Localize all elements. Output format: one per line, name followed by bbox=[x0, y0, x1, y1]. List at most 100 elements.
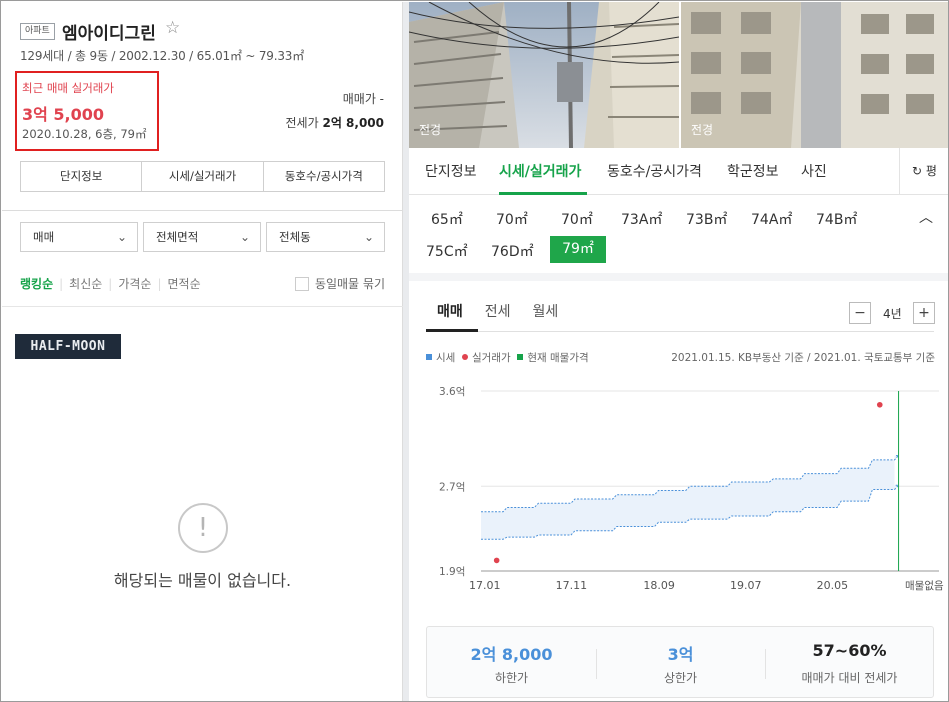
recent-trade-label: 최근 매매 실거래가 bbox=[22, 81, 114, 95]
size-option[interactable]: 73A㎡ bbox=[621, 209, 662, 229]
size-option[interactable]: 76D㎡ bbox=[491, 241, 534, 261]
chart-tab-jeonse[interactable]: 전세 bbox=[485, 301, 511, 321]
data-basis-note: 2021.01.15. KB부동산 기준 / 2021.01. 국토교통부 기준 bbox=[671, 352, 935, 364]
chevron-down-icon: ⌄ bbox=[116, 230, 127, 244]
detail-panel: 전경 전경 단지정보 시세/실거래가 동호수/공시가격 학군정보 사진 ↻ 평 … bbox=[409, 2, 948, 701]
chevron-up-icon[interactable]: ︿ bbox=[919, 207, 933, 227]
size-option[interactable]: 75C㎡ bbox=[426, 241, 468, 261]
x-tick-label: 20.05 bbox=[817, 579, 849, 592]
stat-lower-label: 하한가 bbox=[494, 671, 529, 685]
stat-lower-value: 2억 8,000 bbox=[470, 645, 553, 664]
unit-toggle-button[interactable]: ↻ 평 bbox=[899, 148, 948, 195]
stat-upper-value: 3억 bbox=[667, 645, 694, 664]
favorite-star-icon[interactable]: ☆ bbox=[165, 18, 180, 38]
period-increase-button[interactable]: + bbox=[913, 302, 935, 324]
sale-price: 매매가 - bbox=[342, 92, 384, 106]
left-tab-bar: 단지정보 시세/실거래가 동호수/공시가격 bbox=[20, 161, 385, 192]
tab-school-info[interactable]: 학군정보 bbox=[727, 161, 779, 181]
exclamation-circle-icon: ! bbox=[178, 503, 228, 553]
period-decrease-button[interactable]: − bbox=[849, 302, 871, 324]
period-value: 4년 bbox=[883, 307, 902, 321]
app-frame: 아파트 엠아이디그린 ☆ 129세대 / 총 9동 / 2002.12.30 /… bbox=[0, 0, 949, 702]
recent-trade-date: 2020.10.28, 6층, 79㎡ bbox=[22, 127, 147, 141]
size-option[interactable]: 73B㎡ bbox=[686, 209, 727, 229]
period-control: − 4년 + bbox=[849, 302, 935, 324]
photo-caption: 전경 bbox=[419, 123, 442, 137]
divider bbox=[2, 210, 403, 211]
legend-actual: 실거래가 bbox=[472, 352, 511, 364]
chart-tab-monthly[interactable]: 월세 bbox=[533, 301, 559, 321]
sort-latest[interactable]: 최신순 bbox=[69, 275, 102, 292]
group-checkbox[interactable] bbox=[294, 277, 309, 291]
empty-listings-message: 해당되는 매물이 없습니다. bbox=[113, 571, 292, 590]
area-value: 전체면적 bbox=[156, 230, 199, 244]
left-tab-unit-price[interactable]: 동호수/공시가격 bbox=[264, 162, 384, 191]
group-same-listings[interactable]: 동일매물 묶기 bbox=[294, 275, 385, 292]
left-tab-complex-info[interactable]: 단지정보 bbox=[21, 162, 143, 191]
chart-tab-divider bbox=[426, 331, 934, 332]
trade-type-value: 매매 bbox=[33, 230, 55, 244]
sort-area[interactable]: 면적순 bbox=[168, 275, 201, 292]
area-select[interactable]: 전체면적 ⌄ bbox=[143, 222, 261, 252]
chart-legend: 시세 실거래가 현재 매물가격 bbox=[426, 350, 589, 365]
apartment-name: 엠아이디그린 bbox=[62, 24, 156, 44]
stat-ratio-label: 매매가 대비 전세가 bbox=[801, 671, 898, 685]
stat-upper: 3억 상한가 bbox=[596, 627, 765, 699]
dong-value: 전체동 bbox=[279, 230, 311, 244]
refresh-icon: ↻ bbox=[912, 164, 923, 178]
stat-ratio-value: 57~60% bbox=[812, 641, 887, 660]
chevron-down-icon: ⌄ bbox=[239, 230, 250, 244]
price-chart: 1.9억 2.7억 3.6억 17.01 17.11 18.09 19.07 20.05 매물없… bbox=[439, 386, 944, 592]
tab-photos[interactable]: 사진 bbox=[801, 161, 827, 181]
price-stats: 2억 8,000 하한가 3억 상한가 57~60% 매매가 대비 전세가 bbox=[426, 626, 934, 698]
complex-photo-1[interactable]: 전경 bbox=[409, 2, 679, 148]
y-tick-label: 3.6억 bbox=[439, 386, 465, 398]
jeonse-value: 2억 8,000 bbox=[322, 116, 384, 130]
x-tick-label: 17.11 bbox=[556, 579, 588, 592]
y-tick-label: 2.7억 bbox=[439, 481, 465, 493]
stat-upper-label: 상한가 bbox=[663, 671, 698, 685]
stat-lower: 2억 8,000 하한가 bbox=[427, 627, 596, 699]
stat-ratio: 57~60% 매매가 대비 전세가 bbox=[765, 627, 934, 699]
legend-current: 현재 매물가격 bbox=[527, 352, 589, 364]
tab-unit-price[interactable]: 동호수/공시가격 bbox=[607, 161, 702, 181]
size-option[interactable]: 70㎡ bbox=[561, 209, 593, 229]
size-option[interactable]: 70㎡ bbox=[496, 209, 528, 229]
chart-tabs: 매매 전세 월세 bbox=[437, 301, 580, 321]
legend-market: 시세 bbox=[436, 352, 456, 364]
sort-price[interactable]: 가격순 bbox=[118, 275, 151, 292]
x-tail-label: 매물없음 bbox=[905, 579, 944, 592]
unit-toggle-label: 평 bbox=[925, 164, 937, 178]
chart-tab-indicator bbox=[426, 329, 478, 332]
divider bbox=[2, 306, 403, 307]
property-type-tag: 아파트 bbox=[20, 23, 55, 40]
price-chart-card: 매매 전세 월세 − 4년 + 시세 실거래가 현재 매물가격 2021.01.15… bbox=[409, 281, 948, 701]
dong-select[interactable]: 전체동 ⌄ bbox=[266, 222, 385, 252]
detail-tab-bar: 단지정보 시세/실거래가 동호수/공시가격 학군정보 사진 ↻ 평 bbox=[409, 148, 948, 195]
size-option[interactable]: 74B㎡ bbox=[816, 209, 857, 229]
size-option[interactable]: 74A㎡ bbox=[751, 209, 792, 229]
recent-trade-box: 최근 매매 실거래가 3억 5,000 2020.10.28, 6층, 79㎡ bbox=[15, 71, 159, 151]
chevron-down-icon: ⌄ bbox=[363, 230, 374, 244]
trade-type-select[interactable]: 매매 ⌄ bbox=[20, 222, 138, 252]
group-label: 동일매물 묶기 bbox=[314, 277, 385, 291]
x-tick-label: 19.07 bbox=[730, 579, 762, 592]
half-moon-banner[interactable]: HALF-MOON bbox=[15, 334, 121, 359]
apartment-meta: 129세대 / 총 9동 / 2002.12.30 / 65.01㎡ ~ 79.… bbox=[20, 49, 305, 63]
building-photo-illustration bbox=[681, 2, 948, 148]
tab-complex-info[interactable]: 단지정보 bbox=[425, 161, 477, 181]
tab-market-price[interactable]: 시세/실거래가 bbox=[499, 161, 581, 181]
chart-tab-sale[interactable]: 매매 bbox=[437, 301, 463, 321]
size-option-active[interactable]: 79㎡ bbox=[550, 236, 606, 263]
sort-options: 랭킹순 | 최신순 | 가격순 | 면적순 bbox=[20, 275, 201, 292]
legend-swatch-actual bbox=[462, 354, 469, 360]
legend-swatch-market bbox=[426, 354, 432, 360]
recent-trade-price: 3억 5,000 bbox=[22, 105, 105, 124]
y-tick-label: 1.9억 bbox=[439, 566, 465, 578]
complex-photo-2[interactable]: 전경 bbox=[681, 2, 948, 148]
left-tab-market-price[interactable]: 시세/실거래가 bbox=[142, 162, 264, 191]
photo-caption: 전경 bbox=[691, 123, 714, 137]
legend-swatch-current bbox=[517, 354, 524, 360]
size-option[interactable]: 65㎡ bbox=[431, 209, 463, 229]
sort-ranking[interactable]: 랭킹순 bbox=[20, 275, 53, 292]
